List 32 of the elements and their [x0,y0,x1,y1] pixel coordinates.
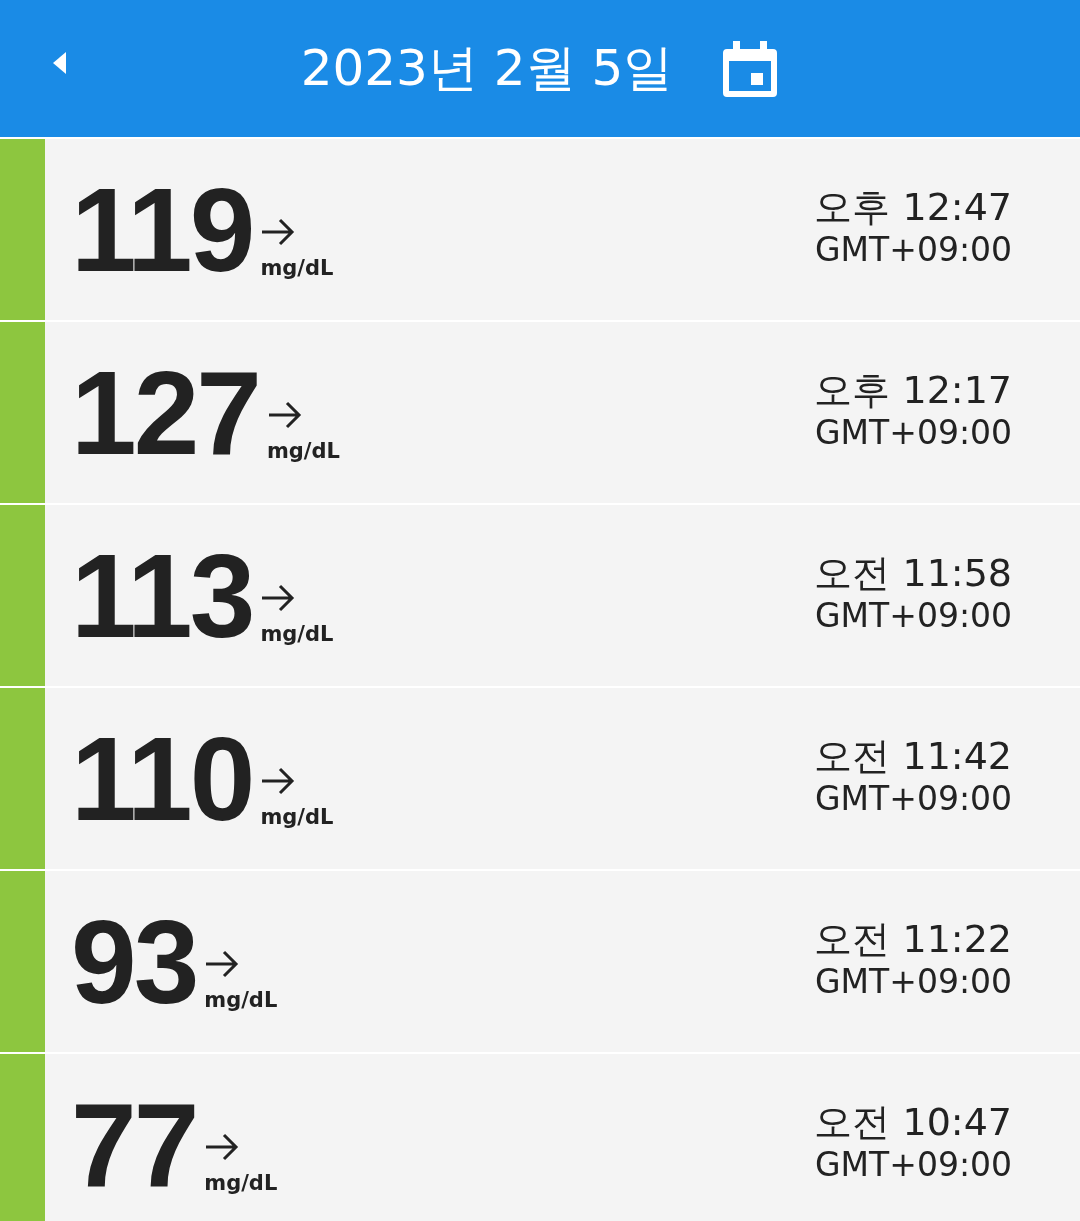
unit-label: mg/dL [260,804,334,831]
reading-time: 오전 10:47 [814,1102,1012,1144]
unit-label: mg/dL [204,1170,278,1197]
arrow-icon [204,1132,241,1162]
timezone-label: GMT+09:00 [815,228,1012,271]
reading-time: 오전 11:42 [814,736,1012,778]
date-title: 2023년 2월 5일 [300,38,674,99]
glucose-value: 93 [71,902,197,1021]
timezone-label: GMT+09:00 [815,777,1012,820]
unit-label: mg/dL [266,438,340,465]
glucose-value: 113 [71,536,253,655]
reading-time: 오후 12:47 [814,187,1012,229]
unit-label: mg/dL [260,621,334,648]
arrow-icon [260,583,297,613]
reading-time: 오전 11:58 [814,553,1012,595]
unit-label: mg/dL [260,255,334,282]
glucose-value: 110 [71,719,253,838]
glucose-value: 77 [71,1085,197,1204]
timezone-label: GMT+09:00 [815,594,1012,637]
glucose-value: 119 [71,170,253,289]
timezone-label: GMT+09:00 [815,960,1012,1003]
arrow-icon [260,217,297,247]
unit-label: mg/dL [204,987,278,1014]
arrow-icon [260,766,297,796]
reading-time: 오전 11:22 [814,919,1012,961]
timezone-label: GMT+09:00 [815,411,1012,454]
timezone-label: GMT+09:00 [815,1143,1012,1186]
arrow-icon [204,949,241,979]
reading-time: 오후 12:17 [814,370,1012,412]
glucose-value: 127 [71,353,259,472]
arrow-icon [266,400,303,430]
calendar-icon[interactable] [721,40,780,97]
